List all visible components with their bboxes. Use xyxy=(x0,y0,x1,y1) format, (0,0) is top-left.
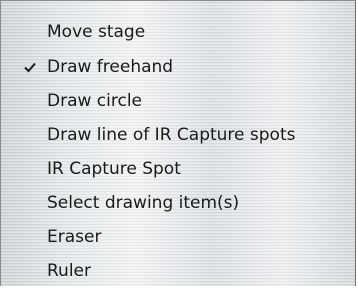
context-menu: Move stage Draw freehand Draw circle Dra… xyxy=(0,0,356,286)
menu-item-draw-circle[interactable]: Draw circle xyxy=(1,85,355,118)
menu-item-label: Draw line of IR Capture spots xyxy=(47,125,296,145)
menu-item-move-stage[interactable]: Move stage xyxy=(1,16,355,49)
menu-item-label: IR Capture Spot xyxy=(47,159,181,179)
menu-item-ruler[interactable]: Ruler xyxy=(1,255,355,288)
menu-item-draw-line-of-ir-capture-spots[interactable]: Draw line of IR Capture spots xyxy=(1,119,355,152)
menu-item-ir-capture-spot[interactable]: IR Capture Spot xyxy=(1,153,355,186)
menu-item-select-drawing-items[interactable]: Select drawing item(s) xyxy=(1,187,355,220)
menu-item-label: Draw freehand xyxy=(47,57,174,77)
menu-item-label: Ruler xyxy=(47,261,91,281)
menu-item-label: Eraser xyxy=(47,227,102,247)
menu-item-label: Draw circle xyxy=(47,91,143,111)
menu-item-label: Move stage xyxy=(47,22,146,42)
menu-item-eraser[interactable]: Eraser xyxy=(1,221,355,254)
menu-item-label: Select drawing item(s) xyxy=(47,193,240,213)
menu-item-draw-freehand[interactable]: Draw freehand xyxy=(1,51,355,84)
checkmark-icon xyxy=(24,51,40,84)
